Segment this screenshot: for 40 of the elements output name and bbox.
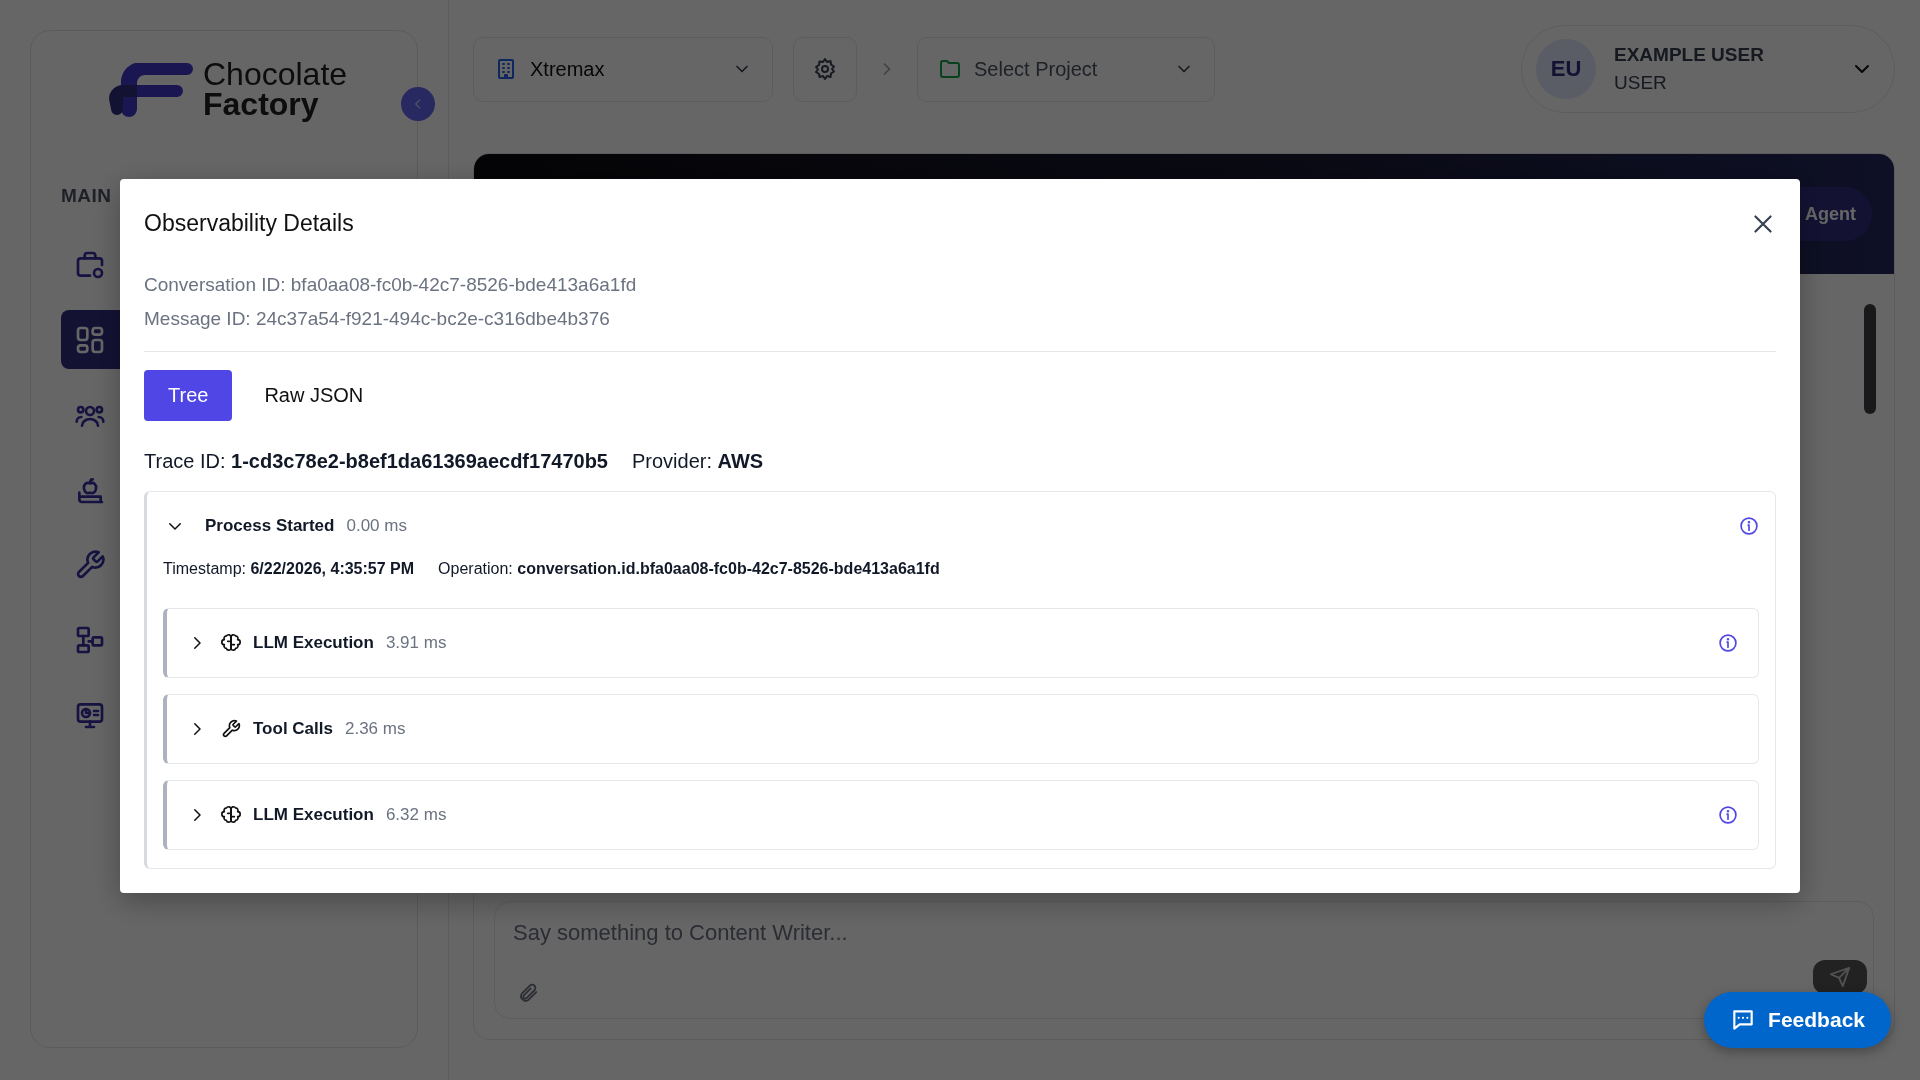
trace-info: Trace ID: 1-cd3c78e2-b8ef1da61369aecdf17470b5: [144, 450, 608, 473]
tab[interactable]: Raw JSON: [240, 370, 388, 421]
attach-icon[interactable]: [517, 982, 539, 1004]
node-title: LLM Execution: [253, 805, 374, 825]
node-title: LLM Execution: [253, 633, 374, 653]
wrench-icon: [221, 719, 241, 739]
folder-icon: [938, 57, 962, 81]
feedback-button[interactable]: Feedback: [1704, 992, 1891, 1048]
tab[interactable]: Tree: [144, 370, 233, 421]
brain-icon: [221, 805, 241, 825]
send-button[interactable]: [1813, 960, 1867, 994]
id-text: Message ID: 24c37a54-f921-494c-bc2e-c316dbe4b376: [144, 308, 611, 330]
node-duration: 3.91 ms: [385, 633, 447, 653]
wrench-icon: [74, 548, 106, 581]
node-detail: Operation: conversation.id.bfa0aa08-fc0b-42c7-8526-bde413a6a1fd: [438, 560, 940, 578]
dialog-title: Observability Details: [144, 210, 354, 237]
avatar: EU: [1536, 39, 1596, 99]
node-duration: 6.32 ms: [385, 805, 447, 825]
info-icon[interactable]: [1718, 633, 1738, 653]
brain-icon: [221, 633, 241, 653]
trace-info: Provider: AWS: [632, 450, 764, 473]
user-name: EXAMPLE USER: [1614, 44, 1765, 66]
scrollbar-thumb[interactable]: [1864, 304, 1876, 414]
settings-button[interactable]: [793, 36, 857, 102]
settings-icon: [813, 57, 837, 81]
logo-text: Chocolate: [203, 59, 348, 89]
message-field[interactable]: Say something to Content Writer...: [513, 918, 1721, 948]
info-icon[interactable]: [1718, 805, 1738, 825]
node-detail: Timestamp: 6/22/2026, 4:35:57 PM: [163, 560, 415, 578]
info-icon[interactable]: [1739, 516, 1759, 536]
project-dropdown[interactable]: Select Project: [917, 36, 1215, 102]
id-text: Conversation ID: bfa0aa08-fc0b-42c7-8526-bde413a6a1fd: [144, 274, 638, 296]
user-role: USER: [1614, 72, 1668, 94]
organization-dropdown[interactable]: Xtremax: [473, 36, 773, 102]
node-duration: 2.36 ms: [345, 719, 406, 739]
node-title: Tool Calls: [253, 719, 333, 739]
send-icon: [1829, 966, 1851, 988]
node-duration: 0.00 ms: [346, 516, 407, 536]
section-label: MAIN: [61, 185, 113, 207]
node-title: Process Started: [205, 516, 335, 536]
